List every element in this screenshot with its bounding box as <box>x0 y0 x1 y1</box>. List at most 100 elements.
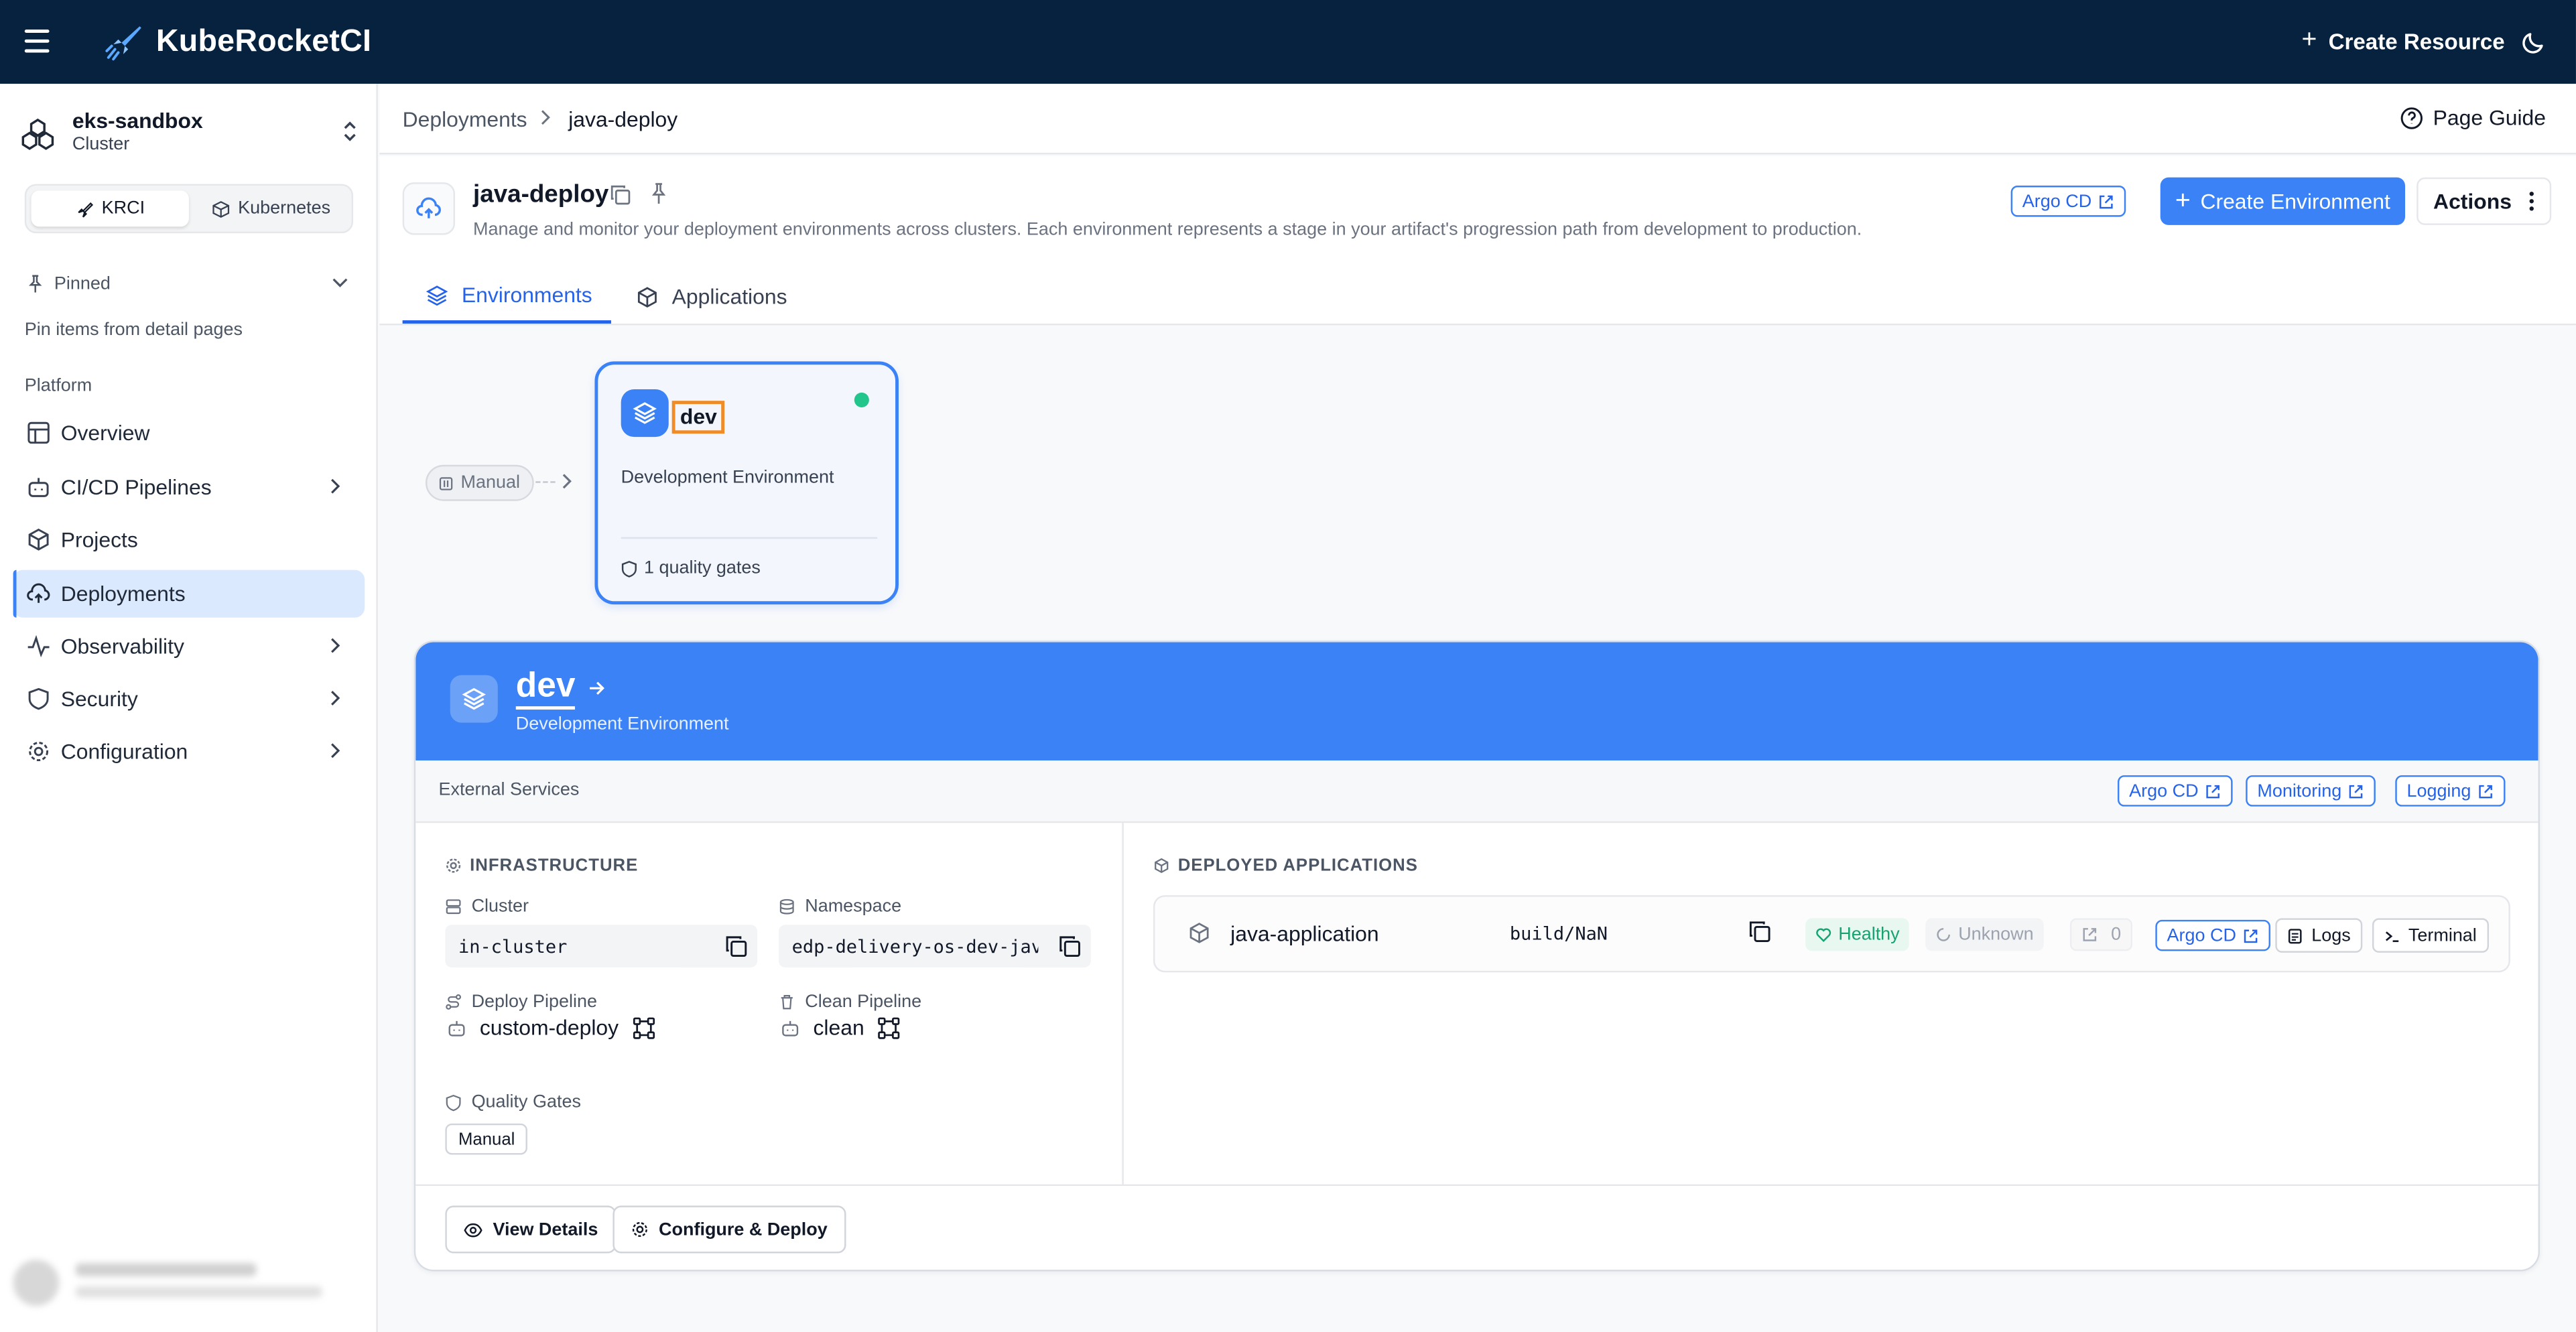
infrastructure-heading: INFRASTRUCTURE <box>445 856 638 876</box>
tab-applications[interactable]: Applications <box>636 269 787 324</box>
external-link-icon <box>2206 784 2220 798</box>
sidebar-item-projects[interactable]: Projects <box>13 516 365 563</box>
pinned-hint: Pin items from detail pages <box>24 320 243 340</box>
user-name-blurred <box>75 1263 257 1276</box>
sidebar-item-label: Projects <box>60 527 138 552</box>
rocket-logo-icon <box>105 26 141 61</box>
field-label: Quality Gates <box>471 1092 581 1112</box>
route-icon <box>446 994 462 1010</box>
copy-icon[interactable] <box>1748 920 1770 943</box>
sidebar-item-label: Deployments <box>60 581 186 606</box>
manual-trigger-node: Manual <box>425 464 534 501</box>
clean-pipeline-link[interactable]: clean <box>780 1015 900 1040</box>
sidebar-item-security[interactable]: Security <box>13 675 365 723</box>
external-links-count: 0 <box>2069 918 2133 951</box>
cluster-type: Cluster <box>72 135 130 155</box>
deployed-apps-label: DEPLOYED APPLICATIONS <box>1177 856 1418 876</box>
breadcrumb: Deployments java-deploy Page Guide <box>379 84 2576 155</box>
environment-banner: dev Development Environment <box>415 642 2538 761</box>
page-guide-button[interactable]: Page Guide <box>2400 105 2546 130</box>
page-guide-label: Page Guide <box>2433 105 2547 130</box>
external-link-icon <box>2349 784 2364 798</box>
arrow-right-icon[interactable] <box>586 678 606 697</box>
link-label: Logging <box>2406 781 2471 801</box>
mode-tab-krci[interactable]: KRCI <box>31 190 189 227</box>
external-argo-cd-link[interactable]: Argo CD <box>2117 775 2234 807</box>
copy-icon[interactable] <box>724 934 748 958</box>
plus-icon: + <box>2301 26 2317 54</box>
menu-icon[interactable] <box>24 29 50 53</box>
configure-deploy-label: Configure & Deploy <box>659 1219 828 1240</box>
argo-cd-label: Argo CD <box>2022 191 2092 212</box>
quality-gate-tag: Manual <box>445 1123 529 1155</box>
environment-card-dev[interactable]: dev Development Environment 1 quality ga… <box>594 361 899 605</box>
external-logging-link[interactable]: Logging <box>2395 775 2506 807</box>
deploy-pipeline-link[interactable]: custom-deploy <box>447 1015 655 1040</box>
tab-environments[interactable]: Environments <box>402 269 611 324</box>
application-name[interactable]: java-application <box>1230 921 1378 946</box>
environment-name[interactable]: dev <box>671 401 726 434</box>
trash-icon <box>781 994 793 1010</box>
bot-icon <box>782 1020 799 1036</box>
field-label: Deploy Pipeline <box>471 992 597 1012</box>
cluster-selector[interactable]: eks-sandbox Cluster <box>19 107 365 162</box>
field-label: Namespace <box>805 896 902 917</box>
loader-icon <box>1937 928 1950 941</box>
moon-icon[interactable] <box>2522 29 2547 54</box>
field-value: custom-deploy <box>479 1015 619 1040</box>
mode-tab-label: Kubernetes <box>238 198 331 219</box>
sidebar-item-observability[interactable]: Observability <box>13 622 365 670</box>
brand[interactable]: KubeRocketCI <box>103 21 371 64</box>
sidebar-item-cicd-pipelines[interactable]: CI/CD Pipelines <box>13 463 365 511</box>
sidebar-item-label: Observability <box>60 634 184 659</box>
sidebar-item-configuration[interactable]: Configuration <box>13 728 365 775</box>
page-header: java-deploy Manage and monitor your depl… <box>379 155 2576 326</box>
pin-icon[interactable] <box>649 182 668 205</box>
external-monitoring-link[interactable]: Monitoring <box>2246 775 2376 807</box>
pipeline-graph-icon[interactable] <box>877 1016 900 1039</box>
box-icon <box>1189 923 1209 943</box>
layers-icon <box>426 285 448 306</box>
sidebar-item-deployments[interactable]: Deployments <box>13 570 365 618</box>
eye-icon <box>464 1222 482 1237</box>
field-label: Cluster <box>471 896 529 917</box>
scroll-text-icon <box>2288 928 2302 943</box>
sync-label: Unknown <box>1958 925 2034 945</box>
count-label: 0 <box>2111 925 2122 945</box>
copy-icon[interactable] <box>1057 934 1082 958</box>
sidebar-item-label: CI/CD Pipelines <box>60 474 212 500</box>
chevron-right-icon <box>331 478 340 494</box>
create-environment-button[interactable]: + Create Environment <box>2160 177 2405 225</box>
manual-trigger-label: Manual <box>460 473 520 493</box>
terminal-icon <box>2385 930 2399 941</box>
breadcrumb-deployments-link[interactable]: Deployments <box>403 107 527 131</box>
plus-icon: + <box>2175 186 2191 214</box>
user-profile[interactable] <box>10 1253 368 1312</box>
actions-menu-button[interactable]: Actions <box>2417 177 2552 225</box>
app-argo-cd-link[interactable]: Argo CD <box>2155 919 2271 951</box>
cluster-label: Cluster <box>445 897 529 917</box>
panel-footer: View Details Configure & Deploy <box>415 1184 2538 1270</box>
view-details-label: View Details <box>493 1219 598 1240</box>
database-icon <box>779 898 794 915</box>
logs-button[interactable]: Logs <box>2275 918 2362 953</box>
environment-title-link[interactable]: dev <box>515 667 576 710</box>
view-details-button[interactable]: View Details <box>445 1205 617 1254</box>
copy-icon[interactable] <box>610 184 631 206</box>
argo-cd-link[interactable]: Argo CD <box>2010 186 2126 217</box>
chevron-right-icon <box>562 474 572 489</box>
actions-label: Actions <box>2433 188 2512 214</box>
mode-tab-kubernetes[interactable]: Kubernetes <box>192 190 350 226</box>
gear-icon <box>29 742 49 762</box>
cluster-name: eks-sandbox <box>72 108 203 133</box>
link-label: Argo CD <box>2167 925 2236 945</box>
deployed-applications-heading: DEPLOYED APPLICATIONS <box>1153 856 1418 876</box>
create-resource-button[interactable]: + Create Resource <box>2301 26 2505 54</box>
pipeline-graph-icon[interactable] <box>632 1016 655 1039</box>
sidebar-item-overview[interactable]: Overview <box>13 409 365 456</box>
configure-deploy-button[interactable]: Configure & Deploy <box>613 1205 846 1254</box>
pinned-section-toggle[interactable]: Pinned <box>26 274 355 294</box>
heart-icon <box>1816 928 1831 942</box>
terminal-button[interactable]: Terminal <box>2372 918 2488 953</box>
deployed-applications-section: DEPLOYED APPLICATIONS java-application b… <box>1124 823 2538 1184</box>
